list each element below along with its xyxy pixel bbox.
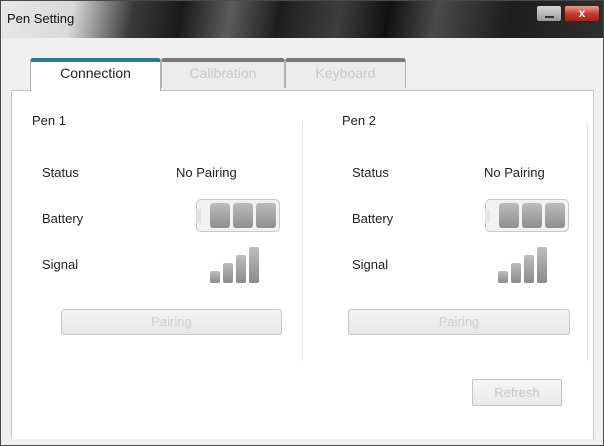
tab-calibration[interactable]: Calibration [161,58,285,88]
pen2-battery-label: Battery [352,211,394,226]
signal-bar [524,255,534,283]
signal-bar [236,255,246,283]
close-button[interactable]: x [564,5,600,22]
signal-bar [223,263,233,283]
signal-bar [498,271,508,283]
signal-bars-icon [210,245,259,283]
pen1-pairing-button[interactable]: Pairing [61,309,282,335]
close-icon: x [578,6,586,20]
pen1-signal-label: Signal [42,257,79,272]
refresh-button[interactable]: Refresh [472,379,562,406]
battery-cell [210,203,230,228]
window-title: Pen Setting [7,11,75,26]
pen1-battery-label: Battery [42,211,84,226]
pen2-title: Pen 2 [342,113,376,128]
battery-cell [522,203,542,228]
connection-panel: Pen 1 Status No Pairing Battery Signal P… [11,90,594,439]
signal-bar [511,263,521,283]
minimize-button[interactable] [536,5,562,22]
battery-cell [256,203,276,228]
pen-setting-window: Pen Setting x Connection Calibration Key… [0,0,604,446]
tab-keyboard[interactable]: Keyboard [285,58,406,88]
tab-connection[interactable]: Connection [30,58,161,91]
signal-bar [537,247,547,283]
pen2-status-value: No Pairing [484,165,545,180]
pen1-group-divider [302,123,303,361]
pen1-status-label: Status [42,165,79,180]
dialog-client-area: Connection Calibration Keyboard Pen 1 St… [8,38,597,439]
battery-cell [545,203,565,228]
signal-bar [210,271,220,283]
signal-bars-icon [498,245,547,283]
signal-bar [249,247,259,283]
pen2-signal-label: Signal [352,257,389,272]
pen1-status-value: No Pairing [176,165,237,180]
pen1-title: Pen 1 [32,113,66,128]
pen2-group-divider [587,123,588,361]
pen2-pairing-button[interactable]: Pairing [348,309,570,335]
pen2-status-label: Status [352,165,389,180]
battery-icon [485,199,569,232]
battery-cell [499,203,519,228]
title-bar[interactable]: Pen Setting x [1,1,603,38]
battery-icon [196,199,280,232]
battery-cell [233,203,253,228]
